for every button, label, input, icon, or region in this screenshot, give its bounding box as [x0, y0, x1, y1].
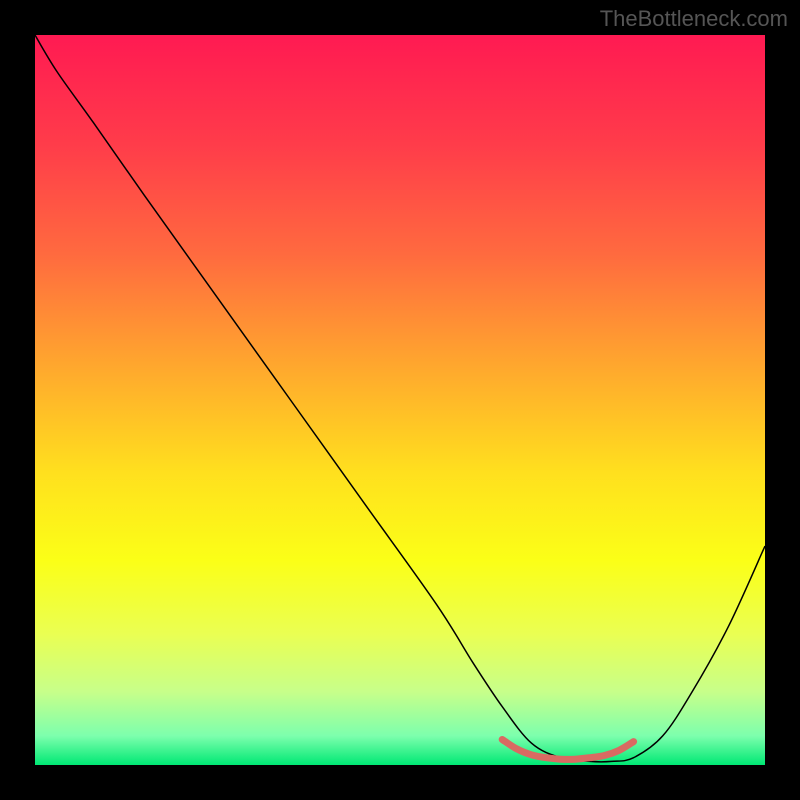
optimal-region-marker-line: [502, 740, 633, 760]
watermark-label: TheBottleneck.com: [600, 6, 788, 32]
chart-plot-area: [35, 35, 765, 765]
bottleneck-curve-line: [35, 35, 765, 762]
chart-curves: [35, 35, 765, 765]
